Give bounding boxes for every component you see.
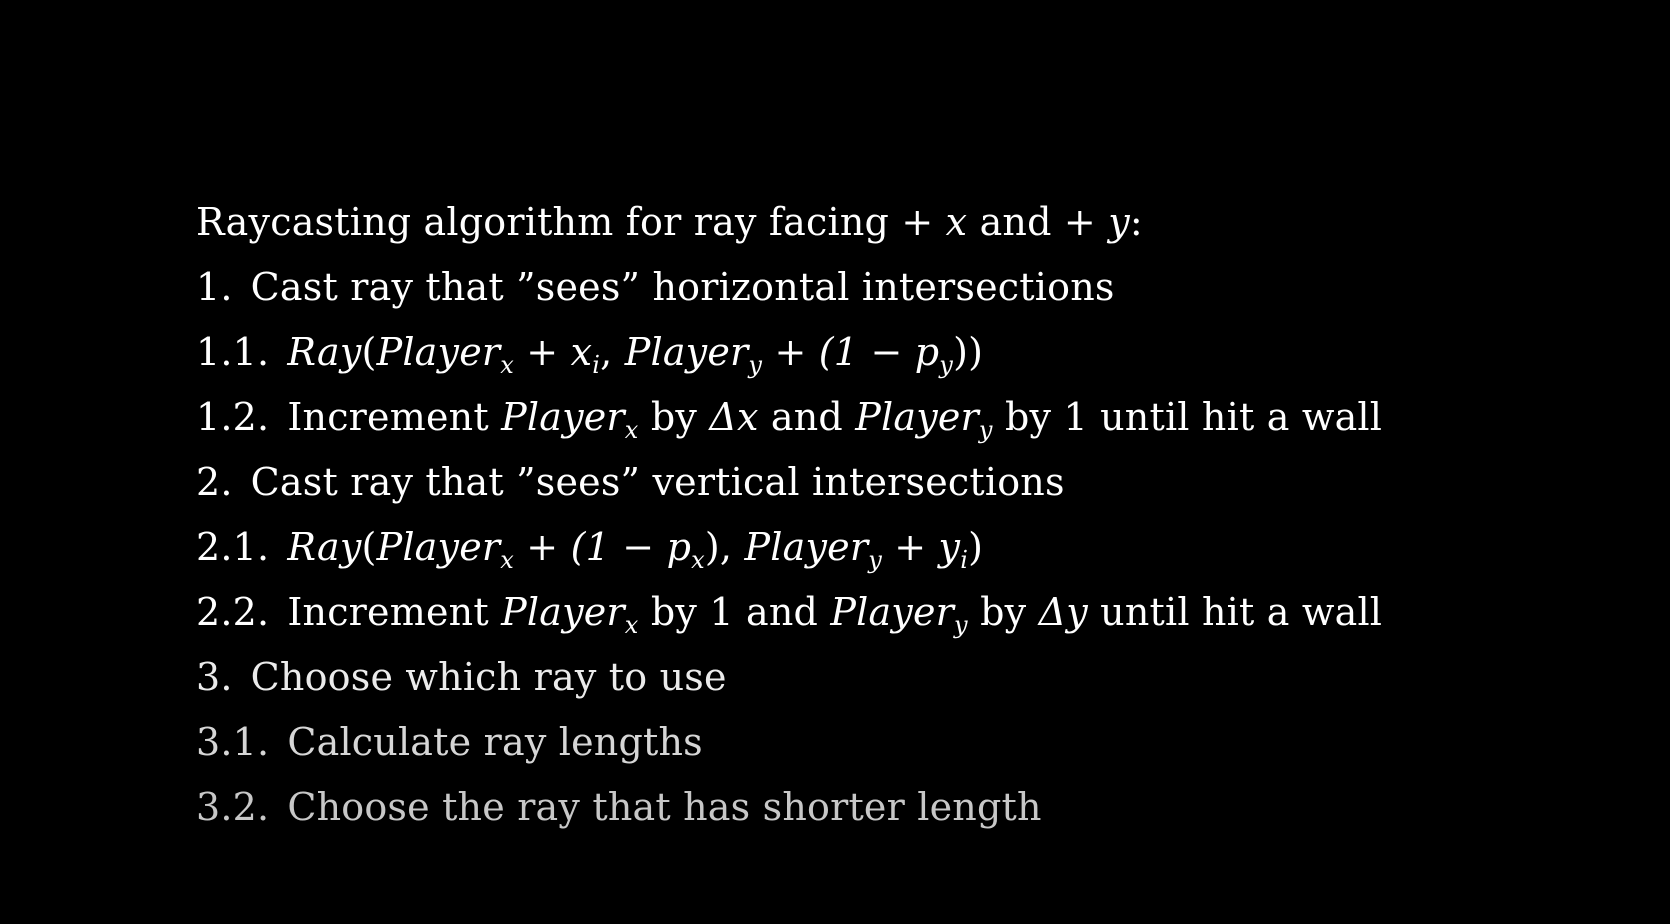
delta-x-var: Δx <box>709 395 759 439</box>
step-number: 3.2. <box>196 785 270 829</box>
formula-term: + x <box>514 330 593 374</box>
step-amount: 1 <box>709 590 734 634</box>
step-text: Cast ray that ”sees” vertical intersecti… <box>250 460 1065 504</box>
formula-term: + y <box>881 525 961 569</box>
player-y-var: Playery <box>855 395 992 442</box>
formula-close-paren: )) <box>953 330 984 374</box>
var-player: Player <box>855 395 979 439</box>
step-1-1: 1.1. Ray(Playerx + xi, Playery + (1 − py)… <box>196 324 1596 389</box>
formula-subscript: x <box>500 351 515 379</box>
var-subscript: x <box>624 416 639 444</box>
slide: Raycasting algorithm for ray facing + x … <box>0 0 1670 924</box>
formula-comma: ), <box>704 525 745 569</box>
step-text: Choose the ray that has shorter length <box>287 785 1042 829</box>
step-word: Increment <box>287 590 489 634</box>
formula-comma: , <box>600 330 625 374</box>
var-player: Player <box>830 590 955 634</box>
step-word: and <box>770 395 843 439</box>
step-text: Choose which ray to use <box>250 655 727 699</box>
formula-player: Player <box>376 525 501 569</box>
player-y-var: Playery <box>830 590 967 637</box>
step-text: Calculate ray lengths <box>287 720 703 764</box>
formula-player: Player <box>376 330 501 374</box>
step-number: 1.1. <box>196 330 270 374</box>
step-amount: 1 <box>1063 395 1088 439</box>
step-1-2: 1.2. Increment Playerx by Δx and Playery … <box>196 389 1596 454</box>
step-word: by <box>1004 395 1052 439</box>
step-number: 3.1. <box>196 720 270 764</box>
title-prefix: Raycasting algorithm for ray facing <box>196 200 890 244</box>
title-plus-y: + y <box>1063 200 1130 244</box>
player-x-var: Playerx <box>501 590 638 637</box>
step-number: 3. <box>196 655 233 699</box>
formula-term: + (1 − p <box>514 525 692 569</box>
var-subscript: y <box>978 416 993 444</box>
delta-y-var: Δy <box>1038 590 1088 634</box>
formula-ray: Ray <box>287 525 362 569</box>
step-3-2: 3.2. Choose the ray that has shorter leng… <box>196 779 1596 844</box>
step-2-2: 2.2. Increment Playerx by 1 and Playery b… <box>196 584 1596 649</box>
step-number: 1. <box>196 265 233 309</box>
formula-player: Player <box>744 525 869 569</box>
var-player: Player <box>501 395 625 439</box>
step-3-1: 3.1. Calculate ray lengths <box>196 714 1596 779</box>
var-player: Player <box>501 590 625 634</box>
title-and: and <box>979 200 1052 244</box>
formula-subscript: x <box>500 546 515 574</box>
formula-subscript: i <box>592 351 601 379</box>
step-word: by <box>650 590 698 634</box>
step-word: by <box>980 590 1027 634</box>
ray-formula: Ray(Playerx + (1 − px), Playery + yi) <box>287 525 984 572</box>
step-2-1: 2.1. Ray(Playerx + (1 − px), Playery + yi… <box>196 519 1596 584</box>
var-subscript: x <box>624 611 639 639</box>
step-word: Increment <box>287 395 489 439</box>
ray-formula: Ray(Playerx + xi, Playery + (1 − py)) <box>287 330 984 377</box>
algorithm-title: Raycasting algorithm for ray facing + x … <box>196 194 1596 259</box>
formula-subscript: y <box>939 351 954 379</box>
step-1: 1. Cast ray that ”sees” horizontal inters… <box>196 259 1596 324</box>
player-x-var: Playerx <box>501 395 638 442</box>
formula-open-paren: ( <box>361 525 377 569</box>
formula-close-paren: ) <box>968 525 984 569</box>
title-colon: : <box>1129 200 1143 244</box>
formula-player: Player <box>624 330 749 374</box>
step-2: 2. Cast ray that ”sees” vertical intersec… <box>196 454 1596 519</box>
step-text: Cast ray that ”sees” horizontal intersec… <box>250 265 1115 309</box>
step-text: until hit a wall <box>1100 590 1383 634</box>
formula-subscript: y <box>748 351 763 379</box>
step-text: until hit a wall <box>1100 395 1383 439</box>
formula-subscript: y <box>868 546 882 574</box>
step-word: by <box>650 395 698 439</box>
formula-subscript: x <box>691 546 705 574</box>
step-word: and <box>745 590 819 634</box>
algorithm-text-block: Raycasting algorithm for ray facing + x … <box>196 194 1596 844</box>
step-3: 3. Choose which ray to use <box>196 649 1596 714</box>
formula-subscript: i <box>960 546 969 574</box>
formula-term: + (1 − p <box>762 330 940 374</box>
step-number: 2.1. <box>196 525 270 569</box>
step-number: 1.2. <box>196 395 270 439</box>
title-plus-x: + x <box>901 200 968 244</box>
step-number: 2. <box>196 460 233 504</box>
formula-ray: Ray <box>287 330 362 374</box>
formula-open-paren: ( <box>361 330 377 374</box>
step-number: 2.2. <box>196 590 270 634</box>
var-subscript: y <box>954 611 968 639</box>
